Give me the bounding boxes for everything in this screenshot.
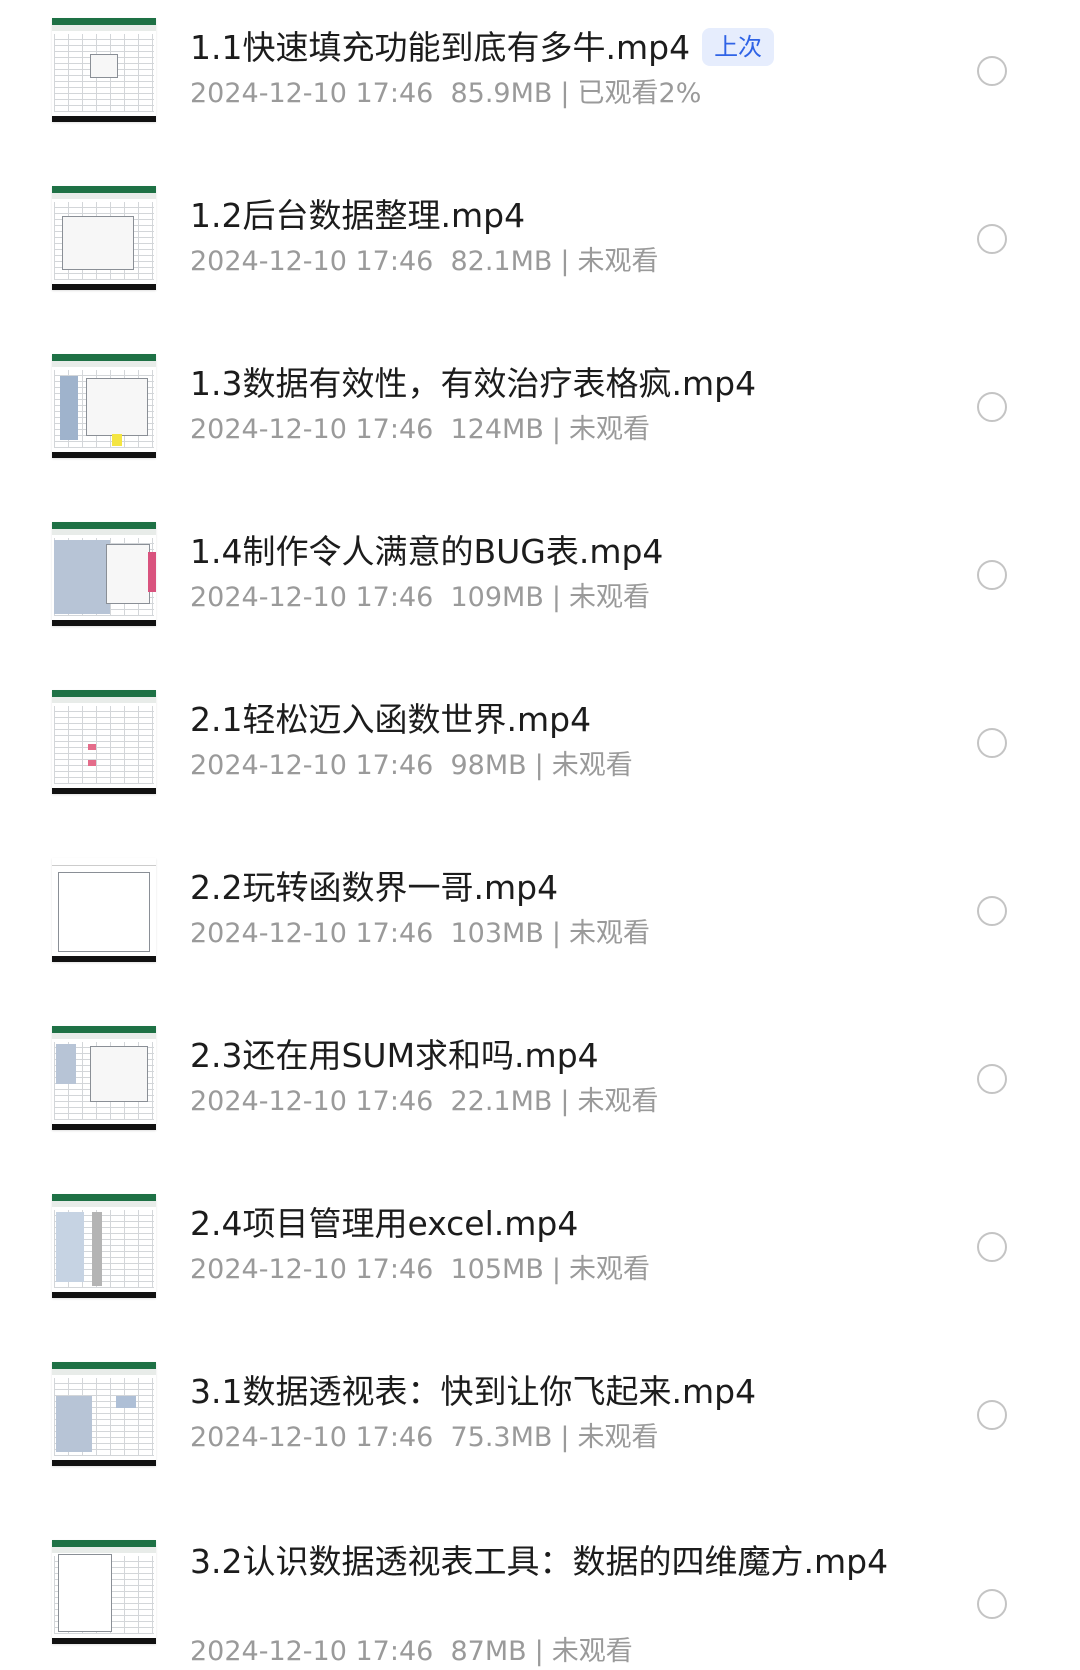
list-item[interactable]: 1.4制作令人满意的BUG表.mp4 2024-12-10 17:46 109M… bbox=[0, 522, 1080, 642]
list-item[interactable]: 3.2认识数据透视表工具：数据的四维魔方.mp4 2024-12-10 17:4… bbox=[0, 1540, 1080, 1667]
list-item[interactable]: 1.3数据有效性，有效治疗表格疯.mp4 2024-12-10 17:46 12… bbox=[0, 354, 1080, 474]
item-date: 2024-12-10 17:46 bbox=[190, 1086, 434, 1117]
item-meta: 2024-12-10 17:46 103MB | 未观看 bbox=[190, 916, 650, 952]
item-meta: 2024-12-10 17:46 75.3MB | 未观看 bbox=[190, 1420, 659, 1456]
video-thumbnail bbox=[52, 522, 156, 626]
video-thumbnail bbox=[52, 1362, 156, 1466]
select-radio-icon[interactable] bbox=[977, 728, 1007, 758]
item-title: 2.1轻松迈入函数世界.mp4 bbox=[190, 700, 592, 739]
meta-separator: | bbox=[534, 1636, 544, 1667]
video-thumbnail bbox=[52, 186, 156, 290]
item-date: 2024-12-10 17:46 bbox=[190, 78, 434, 109]
meta-separator: | bbox=[560, 246, 570, 277]
item-meta: 2024-12-10 17:46 82.1MB | 未观看 bbox=[190, 244, 659, 280]
item-status: 未观看 bbox=[577, 246, 659, 277]
select-radio-icon[interactable] bbox=[977, 896, 1007, 926]
item-date: 2024-12-10 17:46 bbox=[190, 1422, 434, 1453]
meta-separator: | bbox=[551, 918, 561, 949]
meta-separator: | bbox=[551, 414, 561, 445]
select-radio-icon[interactable] bbox=[977, 1064, 1007, 1094]
item-size: 103MB bbox=[450, 918, 544, 949]
item-date: 2024-12-10 17:46 bbox=[190, 1254, 434, 1285]
select-radio-icon[interactable] bbox=[977, 1232, 1007, 1262]
item-size: 82.1MB bbox=[450, 246, 553, 277]
video-thumbnail bbox=[52, 1540, 156, 1644]
item-title: 1.3数据有效性，有效治疗表格疯.mp4 bbox=[190, 364, 757, 403]
item-date: 2024-12-10 17:46 bbox=[190, 414, 434, 445]
item-title: 1.1快速填充功能到底有多牛.mp4 上次 bbox=[190, 26, 890, 70]
video-thumbnail bbox=[52, 1026, 156, 1130]
item-title: 2.4项目管理用excel.mp4 bbox=[190, 1204, 579, 1243]
select-radio-icon[interactable] bbox=[977, 1589, 1007, 1619]
video-thumbnail bbox=[52, 1194, 156, 1298]
video-thumbnail bbox=[52, 18, 156, 122]
item-status: 未观看 bbox=[551, 1636, 633, 1667]
item-size: 98MB bbox=[450, 750, 527, 781]
item-meta: 2024-12-10 17:46 98MB | 未观看 bbox=[190, 748, 633, 784]
item-title: 1.2后台数据整理.mp4 bbox=[190, 196, 526, 235]
list-item[interactable]: 3.1数据透视表：快到让你飞起来.mp4 2024-12-10 17:46 75… bbox=[0, 1362, 1080, 1482]
select-radio-icon[interactable] bbox=[977, 1400, 1007, 1430]
item-date: 2024-12-10 17:46 bbox=[190, 582, 434, 613]
item-title: 2.2玩转函数界一哥.mp4 bbox=[190, 868, 559, 907]
video-thumbnail bbox=[52, 858, 156, 962]
item-date: 2024-12-10 17:46 bbox=[190, 750, 434, 781]
item-status: 未观看 bbox=[568, 414, 650, 445]
meta-separator: | bbox=[551, 1254, 561, 1285]
select-radio-icon[interactable] bbox=[977, 224, 1007, 254]
item-size: 85.9MB bbox=[450, 78, 553, 109]
item-size: 109MB bbox=[450, 582, 544, 613]
item-title: 2.3还在用SUM求和吗.mp4 bbox=[190, 1036, 599, 1075]
list-item[interactable]: 2.4项目管理用excel.mp4 2024-12-10 17:46 105MB… bbox=[0, 1194, 1080, 1314]
meta-separator: | bbox=[534, 750, 544, 781]
item-meta: 2024-12-10 17:46 109MB | 未观看 bbox=[190, 580, 650, 616]
item-date: 2024-12-10 17:46 bbox=[190, 1636, 434, 1667]
item-meta: 2024-12-10 17:46 85.9MB | 已观看2% bbox=[190, 76, 701, 112]
item-size: 22.1MB bbox=[450, 1086, 553, 1117]
item-title: 3.1数据透视表：快到让你飞起来.mp4 bbox=[190, 1372, 757, 1411]
list-item[interactable]: 2.3还在用SUM求和吗.mp4 2024-12-10 17:46 22.1MB… bbox=[0, 1026, 1080, 1146]
item-meta: 2024-12-10 17:46 87MB | 未观看 bbox=[190, 1634, 633, 1670]
item-status: 未观看 bbox=[568, 1254, 650, 1285]
item-meta: 2024-12-10 17:46 22.1MB | 未观看 bbox=[190, 1084, 659, 1120]
item-size: 87MB bbox=[450, 1636, 527, 1667]
list-item[interactable]: 1.1快速填充功能到底有多牛.mp4 上次 2024-12-10 17:46 85… bbox=[0, 18, 1080, 138]
select-radio-icon[interactable] bbox=[977, 392, 1007, 422]
item-status: 未观看 bbox=[577, 1422, 659, 1453]
video-thumbnail bbox=[52, 690, 156, 794]
meta-separator: | bbox=[560, 1422, 570, 1453]
item-size: 105MB bbox=[450, 1254, 544, 1285]
meta-separator: | bbox=[560, 78, 570, 109]
item-meta: 2024-12-10 17:46 124MB | 未观看 bbox=[190, 412, 650, 448]
item-date: 2024-12-10 17:46 bbox=[190, 246, 434, 277]
item-status: 已观看2% bbox=[577, 78, 702, 109]
meta-separator: | bbox=[551, 582, 561, 613]
last-watched-badge: 上次 bbox=[702, 28, 775, 66]
list-item[interactable]: 2.1轻松迈入函数世界.mp4 2024-12-10 17:46 98MB | 未观… bbox=[0, 690, 1080, 810]
item-title: 3.2认识数据透视表工具：数据的四维魔方.mp4 bbox=[190, 1542, 889, 1581]
item-status: 未观看 bbox=[577, 1086, 659, 1117]
item-status: 未观看 bbox=[568, 582, 650, 613]
list-item[interactable]: 1.2后台数据整理.mp4 2024-12-10 17:46 82.1MB | 未观… bbox=[0, 186, 1080, 306]
select-radio-icon[interactable] bbox=[977, 56, 1007, 86]
item-date: 2024-12-10 17:46 bbox=[190, 918, 434, 949]
item-status: 未观看 bbox=[551, 750, 633, 781]
item-size: 124MB bbox=[450, 414, 544, 445]
select-radio-icon[interactable] bbox=[977, 560, 1007, 590]
item-title: 1.4制作令人满意的BUG表.mp4 bbox=[190, 532, 664, 571]
video-thumbnail bbox=[52, 354, 156, 458]
item-status: 未观看 bbox=[568, 918, 650, 949]
meta-separator: | bbox=[560, 1086, 570, 1117]
item-meta: 2024-12-10 17:46 105MB | 未观看 bbox=[190, 1252, 650, 1288]
item-size: 75.3MB bbox=[450, 1422, 553, 1453]
list-item[interactable]: 2.2玩转函数界一哥.mp4 2024-12-10 17:46 103MB | 未观… bbox=[0, 858, 1080, 978]
